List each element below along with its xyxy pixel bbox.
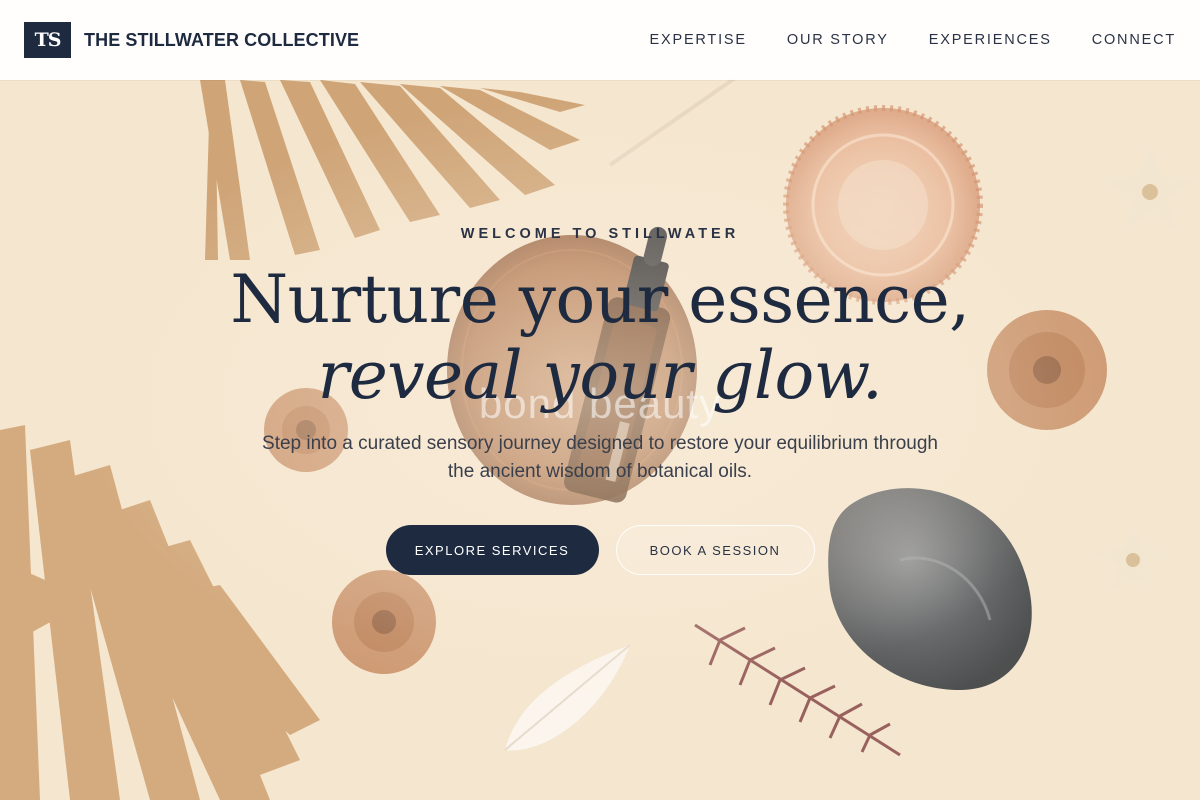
main-nav: EXPERTISE OUR STORY EXPERIENCES CONNECT — [610, 0, 1176, 80]
nav-item-connect[interactable]: CONNECT — [1092, 32, 1176, 48]
site-header: TS THE STILLWATER COLLECTIVE EXPERTISE O… — [0, 0, 1200, 80]
book-session-button[interactable]: BOOK A SESSION — [615, 525, 815, 575]
hero-subtitle: Step into a curated sensory journey desi… — [262, 433, 938, 482]
brand-name: THE STILLWATER COLLECTIVE — [84, 29, 360, 50]
hero-headline-line1: Nurture your essence, — [230, 261, 970, 338]
nav-item-experiences[interactable]: EXPERIENCES — [929, 32, 1052, 48]
brand-home-link[interactable]: TS THE STILLWATER COLLECTIVE — [24, 22, 359, 58]
hero-headline-line2: reveal your glow. — [317, 337, 883, 414]
nav-item-our-story[interactable]: OUR STORY — [787, 32, 889, 48]
logo-mark: TS — [24, 22, 71, 58]
hero-eyebrow: WELCOME TO STILLWATER — [460, 226, 740, 242]
hero-headline: Nurture your essence, reveal your glow. — [0, 262, 1200, 414]
explore-services-button[interactable]: EXPLORE SERVICES — [385, 525, 599, 575]
hero-content: WELCOME TO STILLWATER bond beauty Nurtur… — [0, 0, 1200, 800]
nav-item-expertise[interactable]: EXPERTISE — [650, 32, 747, 48]
hero-cta-row: EXPLORE SERVICES BOOK A SESSION — [0, 525, 1200, 575]
